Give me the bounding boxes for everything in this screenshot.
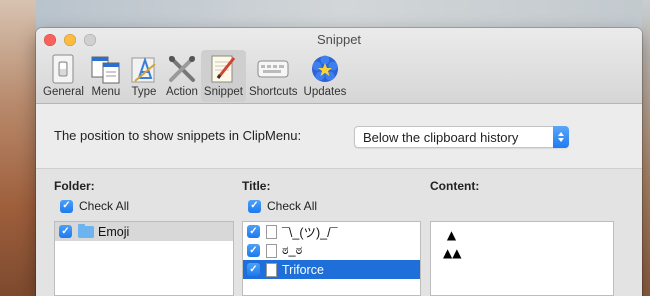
title-item-label: ಠ_ಠ — [282, 243, 303, 257]
action-tools-icon — [166, 53, 198, 85]
tab-shortcuts[interactable]: Shortcuts — [246, 50, 301, 102]
checkmark-icon: ✓ — [248, 199, 261, 213]
snippet-notepad-icon — [207, 53, 239, 85]
tab-action[interactable]: Action — [163, 50, 201, 102]
title-check-all[interactable]: ✓ Check All — [248, 199, 317, 213]
tab-action-label: Action — [165, 86, 198, 98]
folder-item-emoji[interactable]: ✓ Emoji — [55, 222, 233, 241]
desktop-wallpaper — [0, 0, 36, 296]
desktop-wallpaper-edge — [642, 0, 650, 296]
folder-item-label: Emoji — [98, 224, 130, 239]
desktop-wallpaper-sky — [36, 0, 650, 30]
folder-icon — [78, 223, 94, 238]
tab-snippet[interactable]: Snippet — [200, 50, 246, 102]
chevron-updown-icon — [553, 126, 569, 148]
snippet-position-select[interactable]: Below the clipboard history — [354, 126, 569, 148]
content-header: Content: — [430, 179, 480, 193]
document-icon — [266, 262, 277, 277]
title-item-label: ¯\_(ツ)_/¯ — [282, 226, 338, 240]
titlebar: Snippet General Menu Type Action Snippet… — [36, 28, 642, 104]
checkmark-icon[interactable]: ✓ — [247, 225, 260, 238]
tab-snippet-label: Snippet — [203, 86, 243, 98]
document-icon — [266, 224, 277, 239]
checkmark-icon[interactable]: ✓ — [247, 244, 260, 257]
title-item-label: Triforce — [282, 262, 324, 277]
content-text[interactable]: ▲ ▲▲ — [431, 222, 613, 262]
folder-list: ✓ Emoji — [54, 221, 234, 296]
snippet-position-label: The position to show snippets in ClipMen… — [54, 128, 302, 143]
keyboard-icon — [257, 53, 289, 85]
updates-sparkle-icon — [309, 53, 341, 85]
content-editor[interactable]: ▲ ▲▲ — [430, 221, 614, 296]
checkmark-icon[interactable]: ✓ — [59, 225, 72, 238]
tab-type-label: Type — [131, 86, 157, 98]
title-item[interactable]: ✓ ¯\_(ツ)_/¯ — [243, 222, 420, 241]
title-header: Title: — [242, 179, 271, 193]
folder-check-all-label: Check All — [79, 199, 130, 213]
tab-menu-label: Menu — [91, 86, 121, 98]
title-item[interactable]: ✓ ಠ_ಠ — [243, 241, 420, 260]
folder-header: Folder: — [54, 179, 95, 193]
preferences-toolbar: General Menu Type Action Snippet Shortcu… — [40, 50, 349, 102]
tab-general-label: General — [43, 86, 84, 98]
tab-shortcuts-label: Shortcuts — [248, 86, 298, 98]
tab-type[interactable]: Type — [125, 50, 163, 102]
checkmark-icon: ✓ — [60, 199, 73, 213]
snippet-position-value: Below the clipboard history — [363, 130, 519, 145]
tab-menu[interactable]: Menu — [87, 50, 125, 102]
title-item-selected[interactable]: ✓ Triforce — [243, 260, 420, 279]
menu-windows-icon — [90, 53, 122, 85]
title-list: ✓ ¯\_(ツ)_/¯ ✓ ಠ_ಠ ✓ Triforce — [242, 221, 421, 296]
preferences-window: Snippet General Menu Type Action Snippet… — [36, 28, 642, 296]
snippet-editor: Folder: ✓ Check All ✓ Emoji Title: ✓ Che… — [36, 168, 642, 296]
tab-updates[interactable]: Updates — [301, 50, 350, 102]
window-title: Snippet — [316, 32, 362, 47]
type-pen-icon — [128, 53, 160, 85]
title-check-all-label: Check All — [267, 199, 318, 213]
tab-general[interactable]: General — [40, 50, 87, 102]
general-switch-icon — [47, 53, 79, 85]
tab-updates-label: Updates — [303, 86, 347, 98]
folder-check-all[interactable]: ✓ Check All — [60, 199, 129, 213]
document-icon — [266, 243, 277, 258]
checkmark-icon[interactable]: ✓ — [247, 263, 260, 276]
